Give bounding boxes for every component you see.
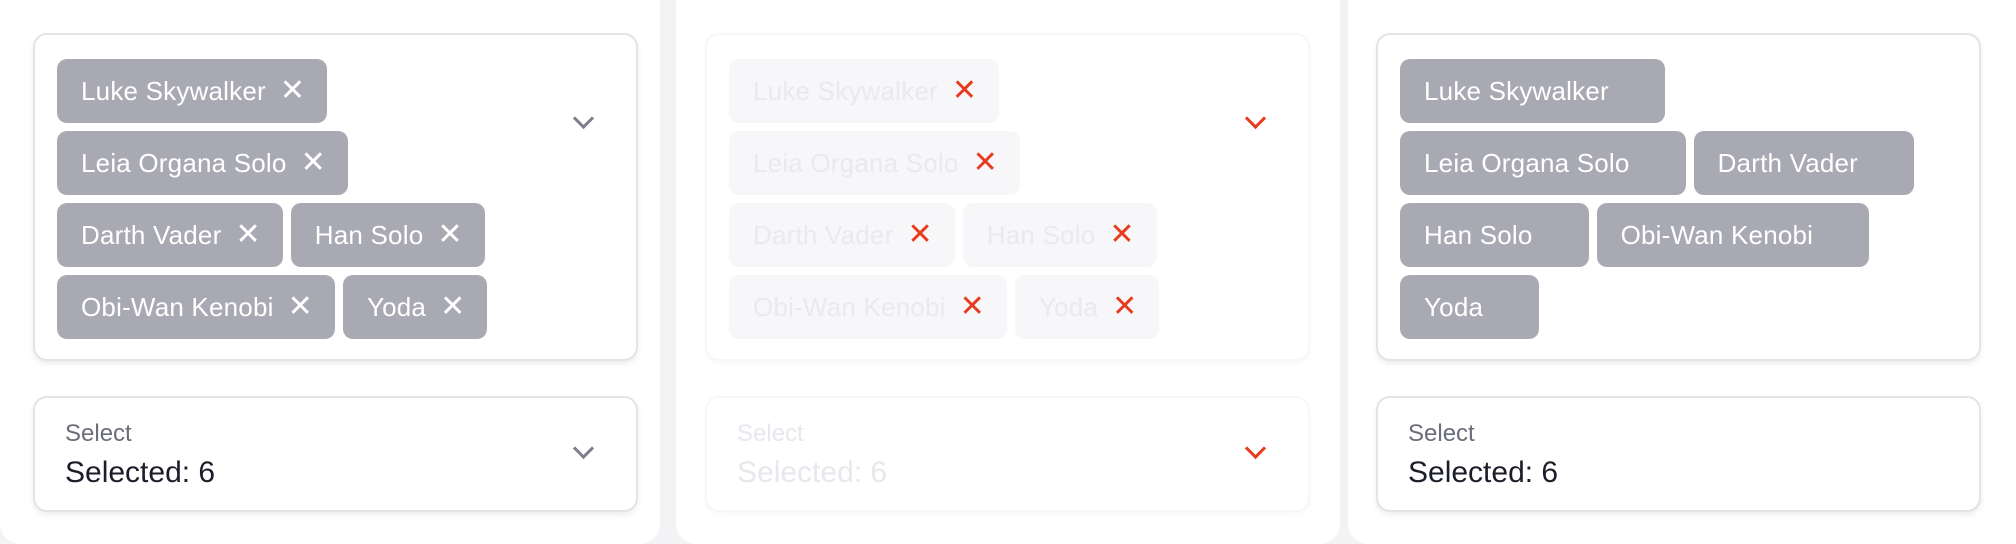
chip-label: Leia Organa Solo xyxy=(81,147,287,178)
chip: Han Solo ✕ xyxy=(962,203,1157,267)
chip-label: Yoda xyxy=(366,291,427,322)
close-icon: ✕ xyxy=(959,290,985,323)
select-value: Selected: 6 xyxy=(737,456,888,489)
chip: Darth Vader xyxy=(1693,131,1915,195)
chip-label: Obi-Wan Kenobi xyxy=(1620,219,1814,250)
chip-label: Darth Vader xyxy=(753,219,894,250)
chip-label: Luke Skywalker xyxy=(1424,75,1609,106)
chip-label: Han Solo xyxy=(986,219,1096,250)
multi-select-chips[interactable]: Luke Skywalker ✕ Leia Organa Solo ✕ Darth … xyxy=(33,33,638,361)
close-icon: ✕ xyxy=(907,218,933,251)
chip: Darth Vader ✕ xyxy=(57,203,283,267)
chip: Leia Organa Solo ✕ xyxy=(57,131,348,195)
select-label: Select xyxy=(737,420,804,447)
close-icon[interactable]: ✕ xyxy=(437,220,462,250)
chip-label: Han Solo xyxy=(1424,219,1533,250)
chip-label: Darth Vader xyxy=(1717,147,1859,178)
close-icon[interactable]: ✕ xyxy=(280,76,305,106)
close-icon: ✕ xyxy=(1109,218,1135,251)
chip-label: Leia Organa Solo xyxy=(753,147,959,178)
chip: Obi-Wan Kenobi ✕ xyxy=(729,275,1007,339)
close-icon[interactable]: ✕ xyxy=(440,292,465,322)
chip: Yoda ✕ xyxy=(342,275,488,339)
select-field[interactable]: Select Selected: 6 xyxy=(33,396,638,512)
chip-label: Luke Skywalker xyxy=(753,75,938,106)
select-value: Selected: 6 xyxy=(65,456,216,489)
chip-label: Obi-Wan Kenobi xyxy=(753,291,946,322)
close-icon: ✕ xyxy=(972,146,998,179)
chip: Han Solo ✕ xyxy=(290,203,485,267)
select-label: Select xyxy=(1408,420,1475,447)
chip-label: Darth Vader xyxy=(81,219,222,250)
chip-label: Yoda xyxy=(1424,291,1484,322)
close-icon[interactable]: ✕ xyxy=(288,292,313,322)
chip: Leia Organa Solo xyxy=(1400,131,1686,195)
close-icon: ✕ xyxy=(1112,290,1138,323)
chevron-down-icon[interactable] xyxy=(572,437,595,460)
chip: Obi-Wan Kenobi xyxy=(1596,203,1870,267)
multi-select-chips-disabled: Luke Skywalker ✕ Leia Organa Solo ✕ Darth … xyxy=(705,33,1310,361)
chip-label: Yoda xyxy=(1038,291,1099,322)
select-value: Selected: 6 xyxy=(1408,456,1559,489)
chip: Yoda ✕ xyxy=(1014,275,1160,339)
chip-label: Obi-Wan Kenobi xyxy=(81,291,274,322)
chip: Obi-Wan Kenobi ✕ xyxy=(57,275,335,339)
chip: Yoda xyxy=(1400,275,1540,339)
select-field-disabled: Select Selected: 6 xyxy=(705,396,1310,512)
close-icon[interactable]: ✕ xyxy=(301,148,326,178)
chip-label: Luke Skywalker xyxy=(81,75,266,106)
chip-label: Han Solo xyxy=(314,219,424,250)
close-icon: ✕ xyxy=(951,74,978,107)
chip: Leia Organa Solo ✕ xyxy=(729,131,1020,195)
chip: Luke Skywalker ✕ xyxy=(57,59,328,123)
chip: Darth Vader ✕ xyxy=(729,203,955,267)
chevron-down-icon xyxy=(1244,437,1267,460)
select-label: Select xyxy=(65,420,132,447)
chip: Luke Skywalker xyxy=(1400,59,1665,123)
select-field-readonly: Select Selected: 6 xyxy=(1376,396,1981,512)
multi-select-chips-readonly: Luke Skywalker Leia Organa Solo Darth Va… xyxy=(1376,33,1981,361)
chip-label: Leia Organa Solo xyxy=(1424,147,1630,178)
chip: Luke Skywalker ✕ xyxy=(729,59,1000,123)
chip: Han Solo xyxy=(1400,203,1589,267)
close-icon[interactable]: ✕ xyxy=(235,220,260,250)
